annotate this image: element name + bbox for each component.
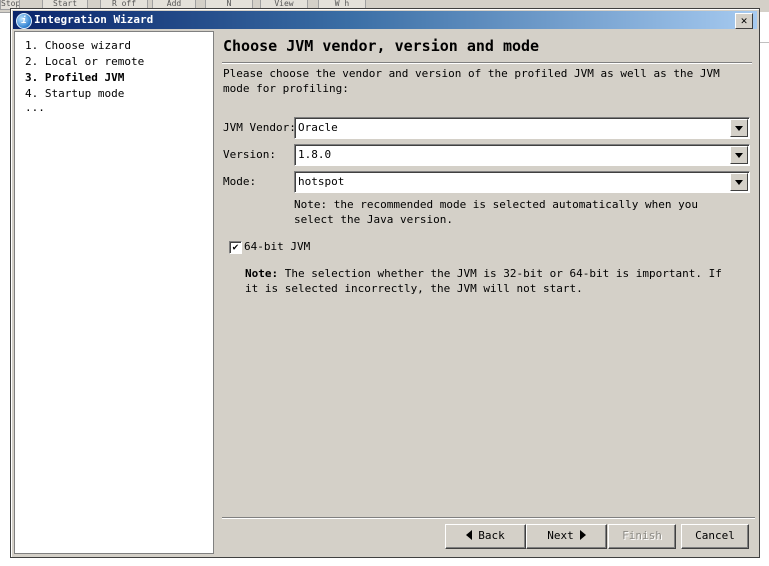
vendor-select[interactable]: Oracle (294, 117, 750, 139)
finish-button-label: Finish (622, 529, 662, 542)
next-button-label: Next (547, 529, 574, 542)
chevron-down-icon[interactable] (730, 146, 748, 164)
app-logo-icon: i (16, 13, 32, 29)
chevron-down-icon[interactable] (730, 119, 748, 137)
bits-note-text: The selection whether the JVM is 32-bit … (245, 267, 722, 295)
step-choose-wizard: 1. Choose wizard (25, 39, 131, 52)
background-panel (760, 12, 769, 566)
cancel-button-label: Cancel (695, 529, 735, 542)
mode-note: Note: the recommended mode is selected a… (294, 198, 698, 226)
vendor-select-value: Oracle (298, 121, 338, 134)
arrow-right-icon (579, 530, 586, 540)
step-profiled-jvm: 3. Profiled JVM (25, 71, 125, 84)
next-button[interactable]: Next (526, 524, 607, 549)
finish-button[interactable]: Finish (608, 524, 676, 549)
step-more: ... (25, 101, 45, 114)
title-bar[interactable]: i Integration Wizard ✕ (13, 11, 757, 29)
header-divider (222, 62, 752, 64)
version-select[interactable]: 1.8.0 (294, 144, 750, 166)
vendor-label: JVM Vendor: (223, 121, 296, 134)
arrow-left-icon (466, 530, 473, 540)
step-local-or-remote: 2. Local or remote (25, 55, 145, 68)
back-button[interactable]: Back (445, 524, 526, 549)
mode-select-value: hotspot (298, 175, 345, 188)
bits-note: Note: The selection whether the JVM is 3… (245, 266, 735, 296)
step-startup-mode: 4. Startup mode (25, 87, 125, 100)
page-title: Choose JVM vendor, version and mode (223, 37, 540, 55)
footer-divider (222, 517, 755, 519)
intro-text: Please choose the vendor and version of … (223, 67, 720, 95)
version-select-value: 1.8.0 (298, 148, 332, 161)
window-title: Integration Wizard (34, 13, 154, 26)
version-label: Version: (223, 148, 276, 161)
close-button[interactable]: ✕ (735, 13, 753, 29)
64bit-checkbox-label[interactable]: 64-bit JVM (244, 240, 310, 253)
mode-label: Mode: (223, 175, 257, 188)
mode-select[interactable]: hotspot (294, 171, 750, 193)
chevron-down-icon[interactable] (730, 173, 748, 191)
wizard-steps-panel: 1. Choose wizard 2. Local or remote 3. P… (14, 31, 214, 554)
bits-note-prefix: Note: (245, 267, 279, 280)
back-button-label: Back (478, 529, 505, 542)
64bit-checkbox[interactable]: ✔ (229, 241, 242, 254)
wizard-content: Choose JVM vendor, version and mode Plea… (222, 31, 757, 516)
integration-wizard-dialog: i Integration Wizard ✕ 1. Choose wizard … (10, 8, 760, 558)
cancel-button[interactable]: Cancel (681, 524, 749, 549)
